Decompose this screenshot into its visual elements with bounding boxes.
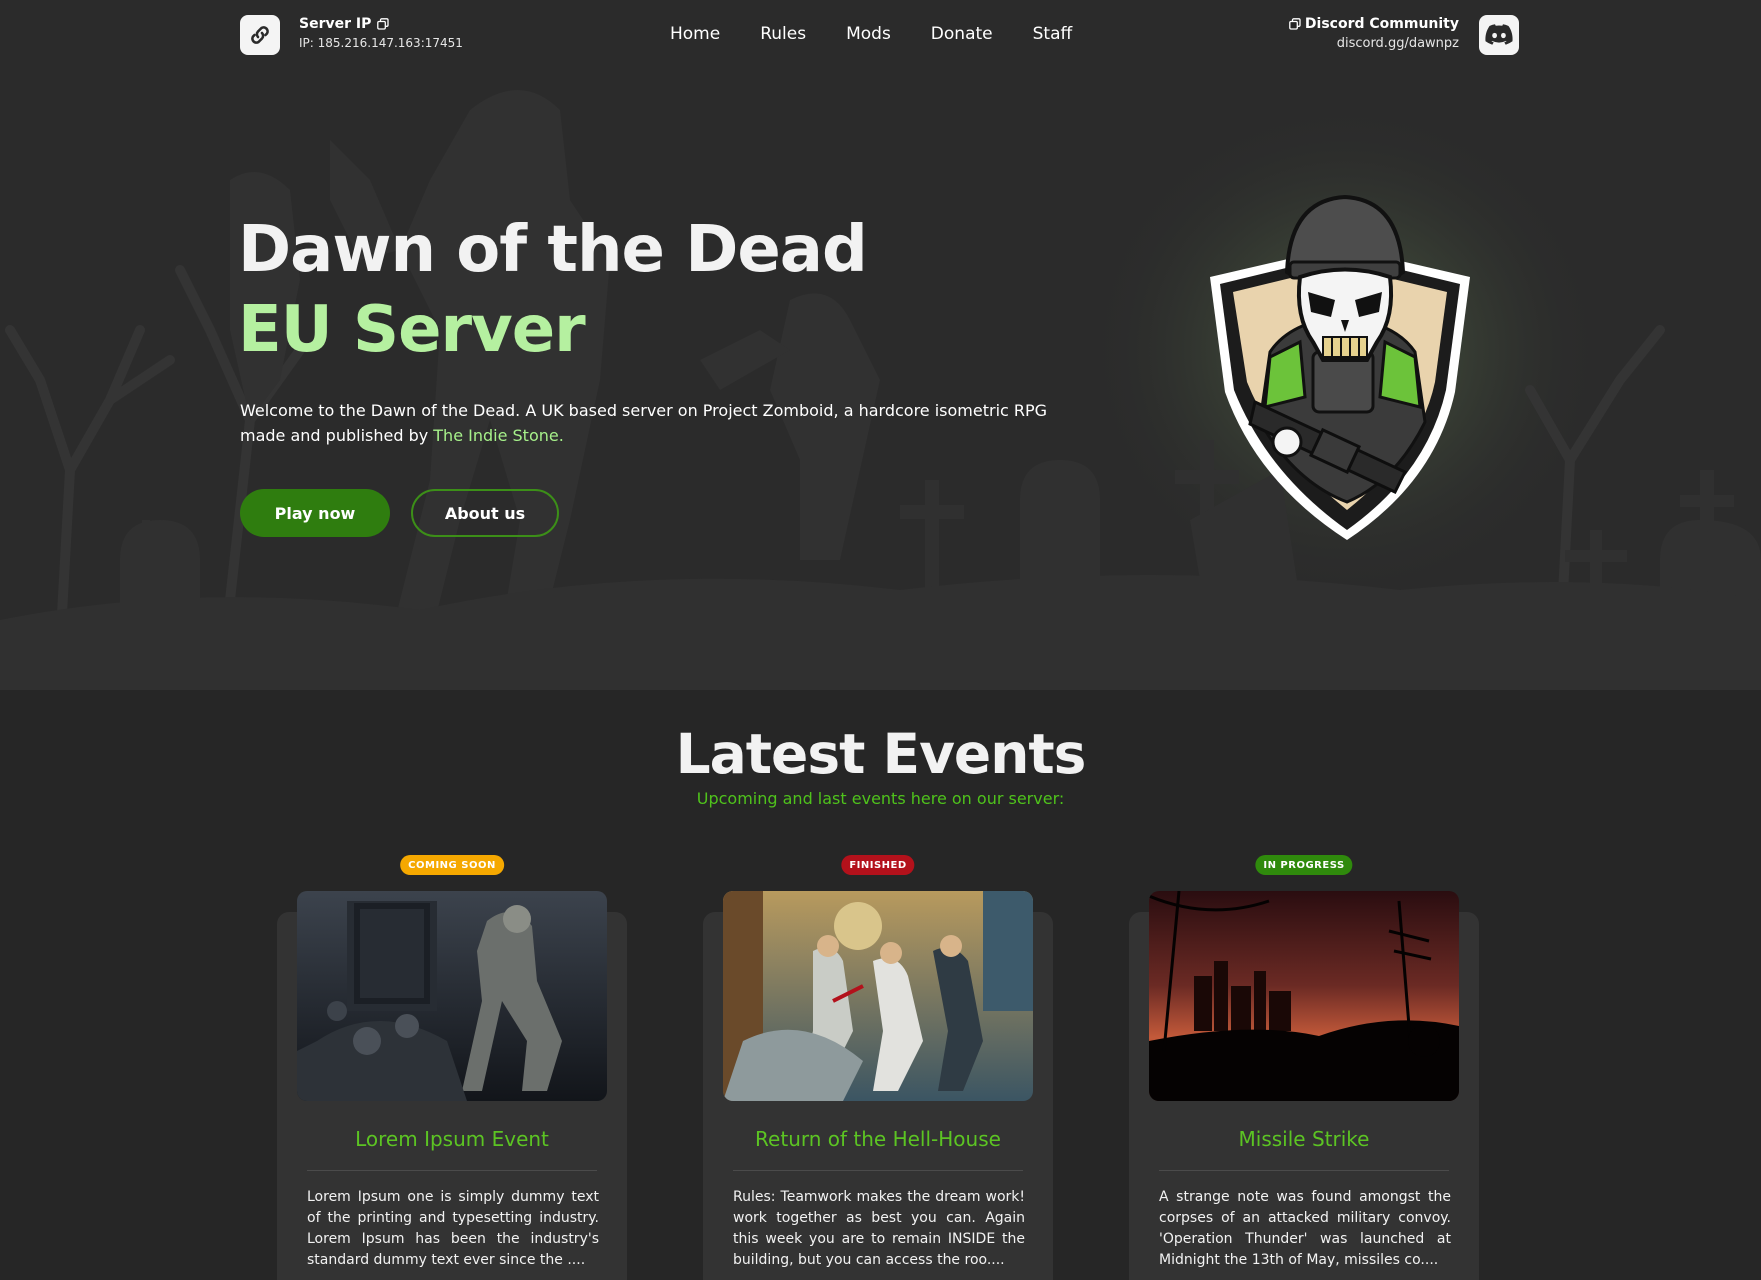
- discord-info: Discord Community discord.gg/dawnpz: [1289, 16, 1459, 51]
- event-title[interactable]: Lorem Ipsum Event: [277, 1127, 627, 1151]
- status-badge-in-progress: IN PROGRESS: [1255, 855, 1353, 875]
- link-icon: [251, 26, 269, 44]
- site-header: Server IP IP: 185.216.147.163:17451 Home…: [0, 0, 1761, 72]
- discord-title: Discord Community: [1289, 16, 1459, 32]
- event-card-lorem-ipsum[interactable]: COMING SOON Lorem Ipsum Event Lorem Ipsu…: [259, 855, 627, 1280]
- event-title[interactable]: Return of the Hell-House: [703, 1127, 1053, 1151]
- hero-description-end: .: [558, 426, 564, 445]
- event-image-zombie-fight: [723, 891, 1033, 1101]
- discord-label: Discord Community: [1304, 16, 1459, 32]
- event-image-city-sunset: [1149, 891, 1459, 1101]
- nav-rules[interactable]: Rules: [740, 24, 826, 44]
- discord-invite-link[interactable]: discord.gg/dawnpz: [1289, 36, 1459, 51]
- event-divider: [733, 1170, 1023, 1171]
- event-description: A strange note was found amongst the cor…: [1159, 1189, 1451, 1268]
- status-badge-finished: FINISHED: [841, 855, 915, 875]
- discord-button[interactable]: [1479, 15, 1519, 55]
- event-divider: [307, 1170, 597, 1171]
- main-nav: Home Rules Mods Donate Staff: [650, 24, 1092, 44]
- event-divider: [1159, 1170, 1449, 1171]
- copy-icon[interactable]: [1289, 18, 1301, 30]
- server-ip-label: Server IP: [299, 16, 372, 32]
- server-ip-title: Server IP: [299, 16, 463, 32]
- hero-title: Dawn of the Dead EU Server: [238, 210, 868, 370]
- skull-soldier-logo: [1210, 194, 1470, 540]
- nav-staff[interactable]: Staff: [1013, 24, 1093, 44]
- event-description: Lorem Ipsum one is simply dummy text of …: [307, 1189, 599, 1268]
- event-card-missile-strike[interactable]: IN PROGRESS Missile Strike A strange not…: [1111, 855, 1479, 1280]
- nav-mods[interactable]: Mods: [826, 24, 911, 44]
- hero-description-text: Welcome to the Dawn of the Dead. A UK ba…: [240, 401, 1048, 445]
- nav-home[interactable]: Home: [650, 24, 740, 44]
- event-card-hell-house[interactable]: FINISHED Return of the Hell-House Rules:…: [685, 855, 1053, 1280]
- play-now-button[interactable]: Play now: [240, 489, 390, 537]
- event-description: Rules: Teamwork makes the dream work! wo…: [733, 1189, 1025, 1268]
- event-title[interactable]: Missile Strike: [1129, 1127, 1479, 1151]
- hero-title-main: Dawn of the Dead: [238, 213, 868, 287]
- event-image-zombie-soldier: [297, 891, 607, 1101]
- status-badge-coming-soon: COMING SOON: [400, 855, 504, 875]
- about-us-button[interactable]: About us: [411, 489, 559, 537]
- hero-description: Welcome to the Dawn of the Dead. A UK ba…: [240, 398, 1070, 448]
- server-ip-address[interactable]: IP: 185.216.147.163:17451: [299, 36, 463, 50]
- hero-title-subtitle: EU Server: [238, 293, 586, 367]
- copy-icon[interactable]: [377, 18, 390, 30]
- nav-donate[interactable]: Donate: [911, 24, 1013, 44]
- server-ip-button[interactable]: [240, 15, 280, 55]
- indie-stone-link[interactable]: The Indie Stone: [433, 426, 558, 445]
- events-section-title: Latest Events: [675, 722, 1087, 786]
- server-ip-info: Server IP IP: 185.216.147.163:17451: [299, 16, 463, 50]
- discord-icon: [1485, 24, 1513, 45]
- events-section-subtitle: Upcoming and last events here on our ser…: [696, 789, 1065, 808]
